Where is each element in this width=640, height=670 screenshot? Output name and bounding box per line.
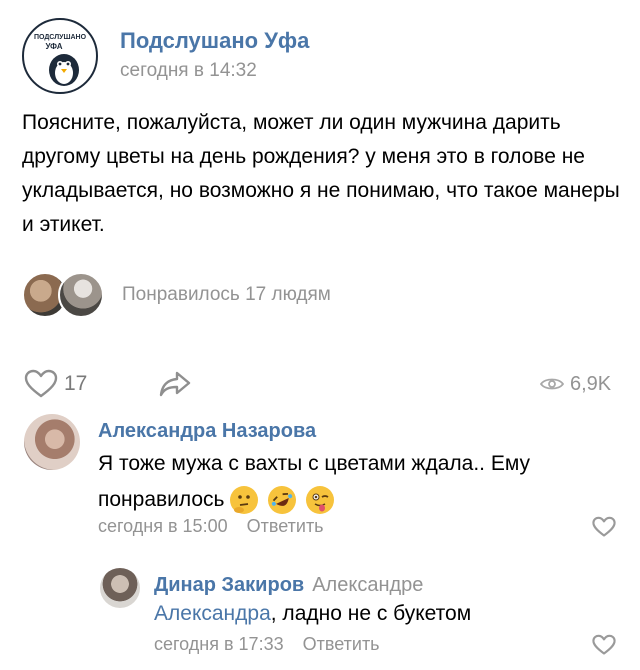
comment-text: Александра, ладно не с букетом (154, 596, 614, 632)
winking-tongue-face-icon (306, 486, 335, 515)
comment-time: сегодня в 17:33 (154, 634, 284, 654)
commenter-avatar[interactable] (24, 414, 80, 470)
comment-author[interactable]: Александра Назарова (98, 420, 316, 443)
comment-time: сегодня в 15:00 (98, 516, 228, 536)
share-icon (159, 371, 191, 397)
comment-meta: сегодня в 15:00 Ответить (98, 516, 324, 537)
comment-like-button[interactable] (592, 634, 616, 661)
group-logo-text-bottom: УФА (45, 42, 62, 51)
share-action[interactable] (158, 370, 192, 398)
likers-avatars[interactable] (22, 272, 112, 318)
heart-icon (24, 369, 58, 398)
group-logo: ПОДСЛУШАНО УФА (25, 21, 95, 91)
group-avatar[interactable]: ПОДСЛУШАНО УФА (22, 18, 98, 94)
reply-button[interactable]: Ответить (303, 634, 380, 654)
comment-text: Я тоже мужа с вахты с цветами ждала.. Ем… (98, 446, 608, 520)
thinking-face-icon (230, 486, 259, 515)
commenter-avatar[interactable] (100, 568, 140, 608)
views-stat: 6,9K (540, 370, 611, 398)
comment-like-button[interactable] (592, 516, 616, 543)
views-count: 6,9K (570, 372, 612, 395)
likes-count: 17 (64, 372, 88, 395)
group-logo-text-top: ПОДСЛУШАНО (34, 34, 87, 41)
liked-by-text[interactable]: Понравилось 17 людям (122, 284, 331, 306)
eye-icon (540, 378, 564, 390)
group-name[interactable]: Подслушано Уфа (120, 28, 309, 54)
post-time: сегодня в 14:32 (120, 60, 257, 81)
rolling-laughing-face-icon (263, 481, 301, 520)
comment-meta: сегодня в 17:33 Ответить (154, 634, 380, 655)
heart-icon (592, 634, 616, 655)
reply-button[interactable]: Ответить (247, 516, 324, 536)
comment-body: , ладно не с букетом (270, 602, 472, 625)
comment-author[interactable]: Динар Закиров (154, 574, 304, 596)
mention-link[interactable]: Александра (154, 602, 271, 625)
reply-to-name[interactable]: Александре (312, 574, 423, 596)
liker-avatar (58, 272, 104, 318)
like-action[interactable]: 17 (24, 369, 88, 398)
post-text: Поясните, пожалуйста, может ли один мужч… (22, 111, 620, 236)
reply-header: Динар Закиров Александре (154, 574, 423, 597)
heart-icon (592, 516, 616, 537)
